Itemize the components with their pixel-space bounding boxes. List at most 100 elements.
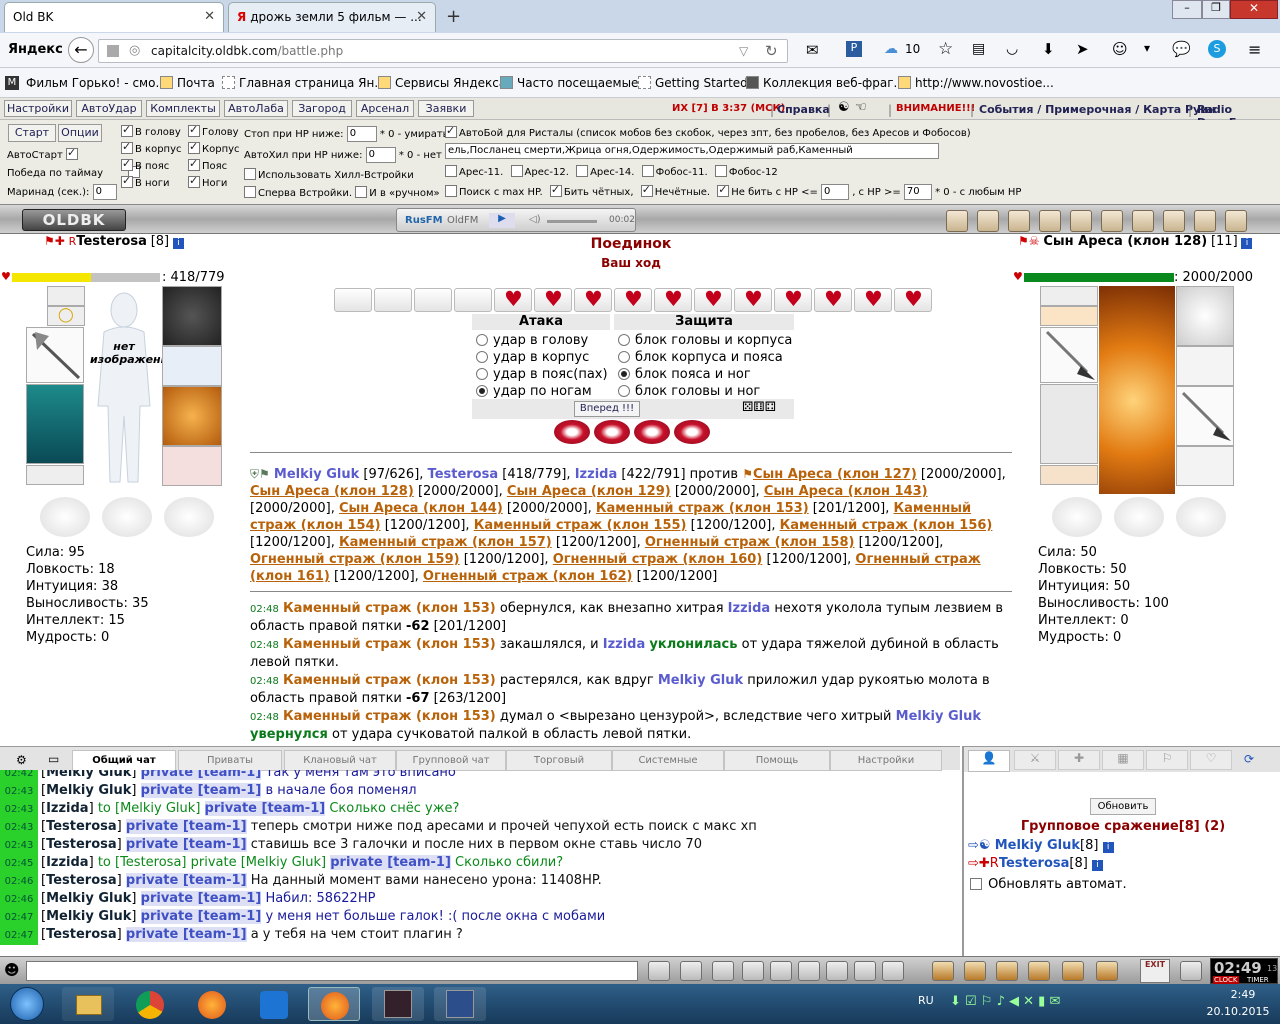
group-icon[interactable] [1062,961,1084,981]
volume-icon[interactable]: ◁) [529,214,541,225]
tab-trade[interactable]: Торговый [506,750,612,771]
dice-icon[interactable] [1070,210,1092,232]
firefox-icon[interactable] [186,987,238,1021]
bookmark-item[interactable]: Часто посещаемые [500,76,638,90]
team2-member[interactable]: Огненный страж (клон 160) [553,552,763,567]
eraser-icon[interactable] [680,961,702,981]
tab-general-chat[interactable]: Общий чат [72,750,176,771]
events-link[interactable]: События / Примерочная / Карта Руин [979,103,1216,116]
chart-icon[interactable] [977,210,999,232]
swords-app-icon[interactable] [434,987,486,1021]
log-player[interactable]: Izzida [603,637,646,652]
exit-button[interactable]: EXIT [1140,959,1170,983]
exclamation-icon[interactable] [742,961,764,981]
mail-icon[interactable]: ✉ [806,41,819,59]
weapon-slot-small[interactable] [1040,286,1098,306]
feather-icon[interactable] [1225,210,1247,232]
log-player[interactable]: Melkiy Gluk [658,673,743,688]
refresh-button[interactable]: Обновить [1090,798,1156,815]
new-tab-icon[interactable]: + [446,6,461,27]
hand-icon[interactable] [946,210,968,232]
options-button[interactable]: Опции [58,124,102,142]
yin-yang-icon[interactable]: ☯ [838,100,850,115]
bank-icon[interactable] [1039,210,1061,232]
minimize-icon[interactable]: – [1172,0,1202,19]
chevron-down-icon[interactable]: ▾ [1144,41,1150,55]
team2-member[interactable]: Каменный страж (клон 157) [339,535,552,550]
log-player[interactable]: Melkiy Gluk [896,709,981,724]
scroll-icon[interactable] [1194,210,1216,232]
rune-slot-2[interactable] [102,497,152,537]
rune-slot-1[interactable] [1052,497,1102,537]
block-body-waist-radio[interactable]: блок корпуса и пояса [618,349,792,366]
weapon-slot-small[interactable] [47,286,85,306]
attack-waist-option[interactable]: В пояс [121,157,169,172]
help-link[interactable]: Справка [777,103,830,116]
team2-member[interactable]: Сын Ареса (клон 143) [764,484,928,499]
tab-chat-settings[interactable]: Настройки [830,750,942,771]
log-actor[interactable]: Каменный страж (клон 153) [283,637,496,652]
addon-face-icon[interactable]: ☺ [1112,40,1128,58]
volume-slider[interactable] [547,220,597,223]
attack-legs-option[interactable]: В ноги [121,174,169,189]
chat-sender[interactable]: Melkiy Gluk [46,770,131,780]
team2-member[interactable]: Каменный страж (клон 153) [596,501,809,516]
ring-slot[interactable]: ◯ [47,306,85,326]
oldfm-label[interactable]: OldFM [447,215,478,226]
info-icon[interactable]: i [172,238,184,249]
people-icon[interactable]: 👤 [968,750,1010,772]
log-actor[interactable]: Каменный страж (клон 153) [283,673,496,688]
autostart-checkbox[interactable] [65,146,78,160]
tab-old-bk[interactable]: Old BK ✕ [4,2,224,32]
sword-slot[interactable] [1040,327,1098,383]
block-body-option[interactable]: Корпус [188,140,240,155]
dropdown-icon[interactable]: ▽ [739,44,748,58]
reading-list-icon[interactable]: ▤ [972,41,985,57]
gloves-slot[interactable] [162,346,222,386]
hp-ge-input[interactable]: 70 [903,184,932,200]
log-actor[interactable]: Каменный страж (клон 153) [283,709,496,724]
sword-slot-2[interactable] [1176,386,1234,446]
ram-icon[interactable] [1008,210,1030,232]
bookmark-item[interactable]: Getting Started [638,76,748,90]
filter-icon[interactable] [712,961,734,981]
team1-member[interactable]: Melkiy Gluk [274,467,359,482]
skill-icon-4[interactable] [674,420,710,444]
chat-sender[interactable]: Izzida [46,855,89,870]
gear-icon[interactable] [964,961,986,981]
attack-body-radio[interactable]: удар в корпус [476,349,608,366]
block-waist-legs-radio[interactable]: блок пояса и ног [618,366,792,383]
back-icon[interactable]: ← [68,37,94,63]
chat-sender[interactable]: Izzida [46,801,89,816]
bookmark-item[interactable]: http://www.novostioe... [898,76,1054,90]
oldbk-logo[interactable]: OLDBK [22,209,126,231]
explorer-icon[interactable] [62,987,114,1021]
star-icon[interactable]: ☆ [938,39,953,59]
use-heal-option[interactable]: Использовать Хилл-Встройки [244,168,414,181]
p-icon[interactable]: P [846,41,862,57]
enemy-name[interactable]: Сын Ареса (клон 128) [1043,234,1207,249]
close-icon[interactable]: ✕ [416,9,427,24]
coin-icon[interactable] [1101,210,1123,232]
bookmark-item[interactable]: Почта [160,76,215,90]
autolab-button[interactable]: АвтоЛаба [224,100,288,117]
block-head-option[interactable]: Голову [188,123,239,138]
bookmark-item[interactable]: Главная страница Ян... [222,76,386,90]
rusfm-label[interactable]: RusFM [405,215,443,226]
tab-group-chat[interactable]: Групповой чат [396,750,506,771]
bookmark-item[interactable]: Фильм Горько! - смо... [26,76,167,90]
team2-member[interactable]: Каменный страж (клон 155) [474,518,687,533]
attack-head-option[interactable]: В голову [121,123,181,138]
chat-sender[interactable]: Melkiy Gluk [46,909,131,924]
chat-sender[interactable]: Testerosa [46,837,117,852]
axe-slot[interactable] [26,327,84,383]
team2-member[interactable]: Сын Ареса (клон 129) [507,484,671,499]
first-builtin-option[interactable]: Сперва Встройки. И в «ручном» [244,186,440,199]
download-icon[interactable]: ⬇ [1042,40,1055,58]
start-button[interactable]: Старт [8,124,56,142]
skill-icon-1[interactable] [554,420,590,444]
tools-icon[interactable] [770,961,792,981]
block-waist-option[interactable]: Пояс [188,157,227,172]
attention-link[interactable]: ВНИМАНИЕ!!! [896,103,975,114]
start-orb-icon[interactable] [10,987,44,1021]
